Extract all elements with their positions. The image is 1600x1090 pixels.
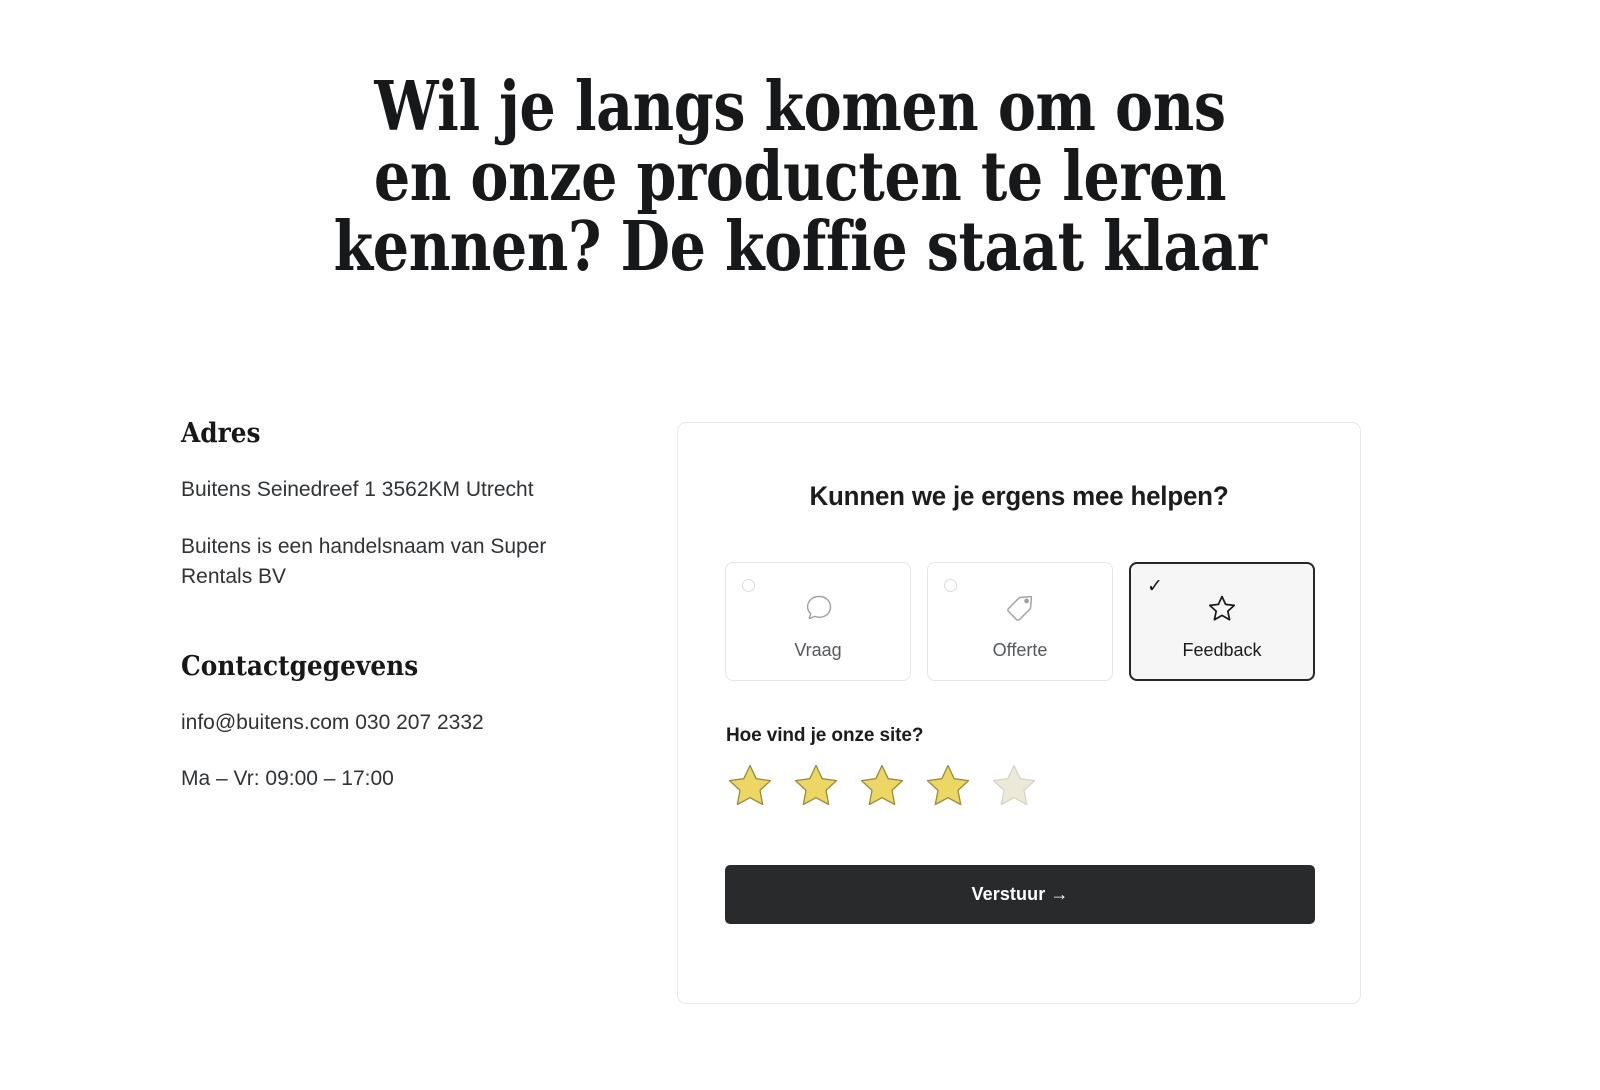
- form-title: Kunnen we je ergens mee helpen?: [809, 481, 1229, 511]
- star-icon-3[interactable]: [854, 757, 910, 818]
- page-title: Wil je langs komen om ons en onze produc…: [333, 67, 1267, 288]
- speech-bubble-icon: [796, 585, 840, 631]
- rating-question-label: Hoe vind je onze site?: [726, 725, 924, 746]
- star-rating-control[interactable]: [722, 757, 1360, 818]
- legal-name-lines: Buitens is een handelsnaam van Super Ren…: [181, 534, 547, 589]
- contact-info-column: Adres Buitens Seinedreef 1 3562KM Utrech…: [181, 418, 611, 795]
- content-area: Adres Buitens Seinedreef 1 3562KM Utrech…: [0, 410, 1600, 1050]
- option-label-offerte: Offerte: [992, 639, 1048, 660]
- option-tiles-group: Vraag Offerte ✓ Feedback: [725, 562, 1360, 681]
- opening-hours: Ma – Vr: 09:00 – 17:00: [181, 767, 394, 791]
- option-label-feedback: Feedback: [1182, 639, 1262, 660]
- option-tile-feedback[interactable]: ✓ Feedback: [1129, 562, 1315, 681]
- address-lines: Buitens Seinedreef 1 3562KM Utrecht: [181, 478, 534, 502]
- address-heading: Adres: [181, 418, 261, 449]
- option-tile-offerte[interactable]: Offerte: [927, 562, 1113, 681]
- option-label-vraag: Vraag: [794, 639, 842, 660]
- contact-heading: Contactgegevens: [181, 650, 419, 682]
- check-icon[interactable]: ✓: [1147, 577, 1163, 596]
- star-icon-2[interactable]: [788, 757, 844, 818]
- option-tile-vraag[interactable]: Vraag: [725, 562, 911, 681]
- contact-lines: info@buitens.com 030 207 2332: [181, 710, 484, 734]
- submit-button[interactable]: Verstuur →: [725, 865, 1315, 924]
- star-icon-4[interactable]: [920, 757, 976, 818]
- hero-section: Wil je langs komen om ons en onze produc…: [240, 72, 1360, 282]
- help-form-card: Kunnen we je ergens mee helpen? Vraag Of…: [677, 422, 1361, 1004]
- star-icon-5[interactable]: [986, 757, 1042, 818]
- star-icon-1[interactable]: [722, 757, 778, 818]
- price-tag-icon: [998, 585, 1042, 631]
- star-outline-icon: [1200, 585, 1244, 631]
- radio-unselected-icon[interactable]: [742, 579, 756, 593]
- radio-unselected-icon[interactable]: [944, 579, 958, 593]
